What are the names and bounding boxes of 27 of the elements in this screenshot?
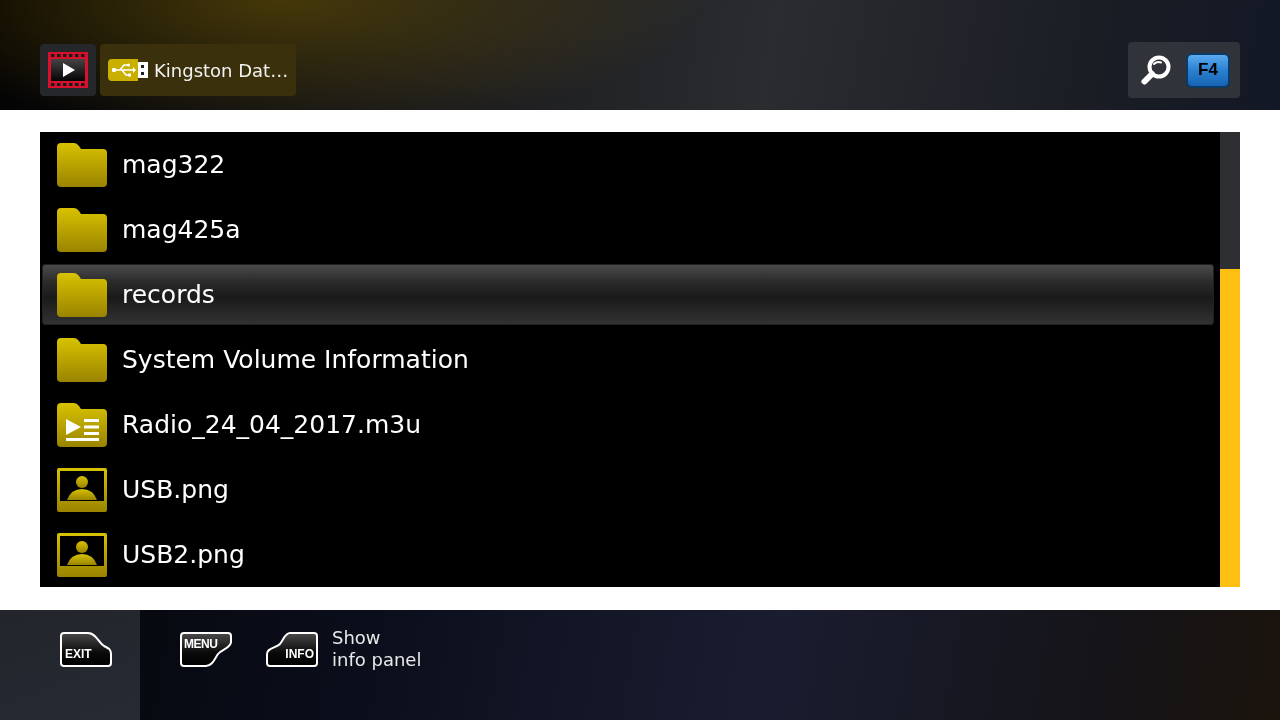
menu-key[interactable]: MENU — [180, 632, 232, 667]
f4-key: F4 — [1186, 52, 1230, 88]
video-tab[interactable] — [40, 44, 96, 96]
playlist-folder-icon — [57, 402, 107, 447]
folder-item[interactable]: System Volume Information — [42, 329, 1214, 390]
folder-item[interactable]: records — [42, 264, 1214, 325]
folder-icon — [57, 142, 107, 187]
usb-drive-icon — [108, 59, 148, 81]
scrollbar-track[interactable] — [1220, 132, 1240, 587]
folder-icon — [57, 207, 107, 252]
info-key[interactable]: INFO — [266, 632, 318, 667]
folder-icon — [57, 272, 107, 317]
search-icon — [1140, 54, 1172, 86]
film-play-icon — [48, 52, 88, 88]
picture-icon — [57, 532, 107, 577]
folder-item[interactable]: mag425a — [42, 199, 1214, 260]
image-item[interactable]: USB2.png — [42, 524, 1214, 585]
image-item[interactable]: USB.png — [42, 459, 1214, 520]
usb-drive-tab[interactable]: Kingston Dat… — [100, 44, 297, 96]
picture-icon — [57, 467, 107, 512]
scrollbar-thumb[interactable] — [1220, 268, 1240, 587]
key-hint-text: Show info panel — [332, 627, 422, 671]
exit-key[interactable]: EXIT — [60, 632, 112, 667]
playlist-item[interactable]: Radio_24_04_2017.m3u — [42, 394, 1214, 455]
folder-item[interactable]: mag322 — [42, 134, 1214, 195]
search-button[interactable]: F4 — [1128, 42, 1240, 98]
folder-icon — [57, 337, 107, 382]
